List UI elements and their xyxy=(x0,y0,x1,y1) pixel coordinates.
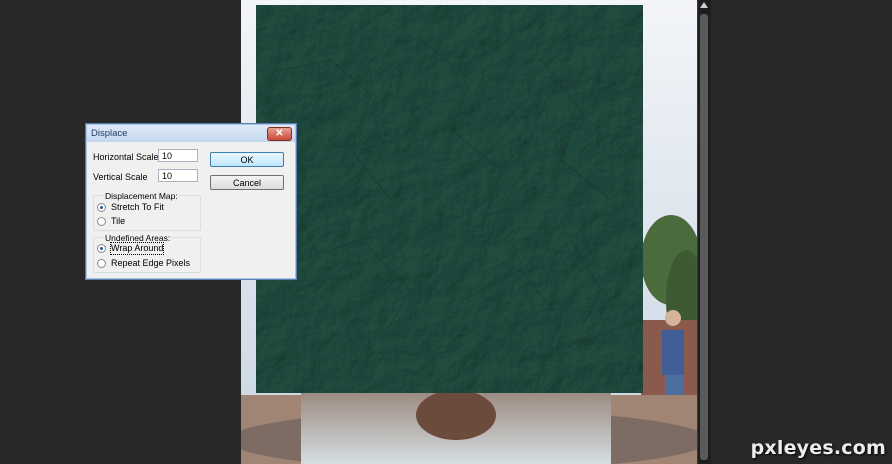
horizontal-scale-label: Horizontal Scale xyxy=(93,152,159,162)
canvas-image xyxy=(241,0,697,464)
radio-button[interactable] xyxy=(97,259,106,268)
displacement-map-label: Displacement Map: xyxy=(104,191,179,201)
displacement-map-group: Displacement Map: Stretch To Fit Tile xyxy=(93,191,201,231)
scroll-thumb[interactable] xyxy=(700,14,708,460)
document-canvas[interactable] xyxy=(241,0,697,464)
close-icon: ✕ xyxy=(275,128,284,139)
dialog-titlebar[interactable]: Displace ✕ xyxy=(87,125,295,142)
radio-button[interactable] xyxy=(97,244,106,253)
vertical-scrollbar[interactable] xyxy=(697,0,711,464)
radio-button[interactable] xyxy=(97,203,106,212)
vertical-scale-input[interactable]: 10 xyxy=(158,169,198,182)
cancel-button[interactable]: Cancel xyxy=(210,175,284,190)
ok-button[interactable]: OK xyxy=(210,152,284,167)
radio-label: Tile xyxy=(111,216,126,226)
close-button[interactable]: ✕ xyxy=(267,127,292,141)
dialog-title: Displace xyxy=(91,128,128,139)
vertical-scale-label: Vertical Scale xyxy=(93,172,148,182)
scroll-up-icon[interactable] xyxy=(700,2,708,8)
undefined-areas-label: Undefined Areas: xyxy=(104,233,172,243)
watermark-logo: pxleyes.com xyxy=(750,437,886,459)
radio-button[interactable] xyxy=(97,217,106,226)
radio-label: Repeat Edge Pixels xyxy=(111,258,191,268)
horizontal-scale-input[interactable]: 10 xyxy=(158,149,198,162)
undefined-areas-group: Undefined Areas: Wrap Around Repeat Edge… xyxy=(93,233,201,273)
radio-label: Stretch To Fit xyxy=(111,202,164,212)
displace-dialog: Displace ✕ Horizontal Scale 10 Vertical … xyxy=(85,123,297,280)
radio-label: Wrap Around xyxy=(109,242,165,255)
